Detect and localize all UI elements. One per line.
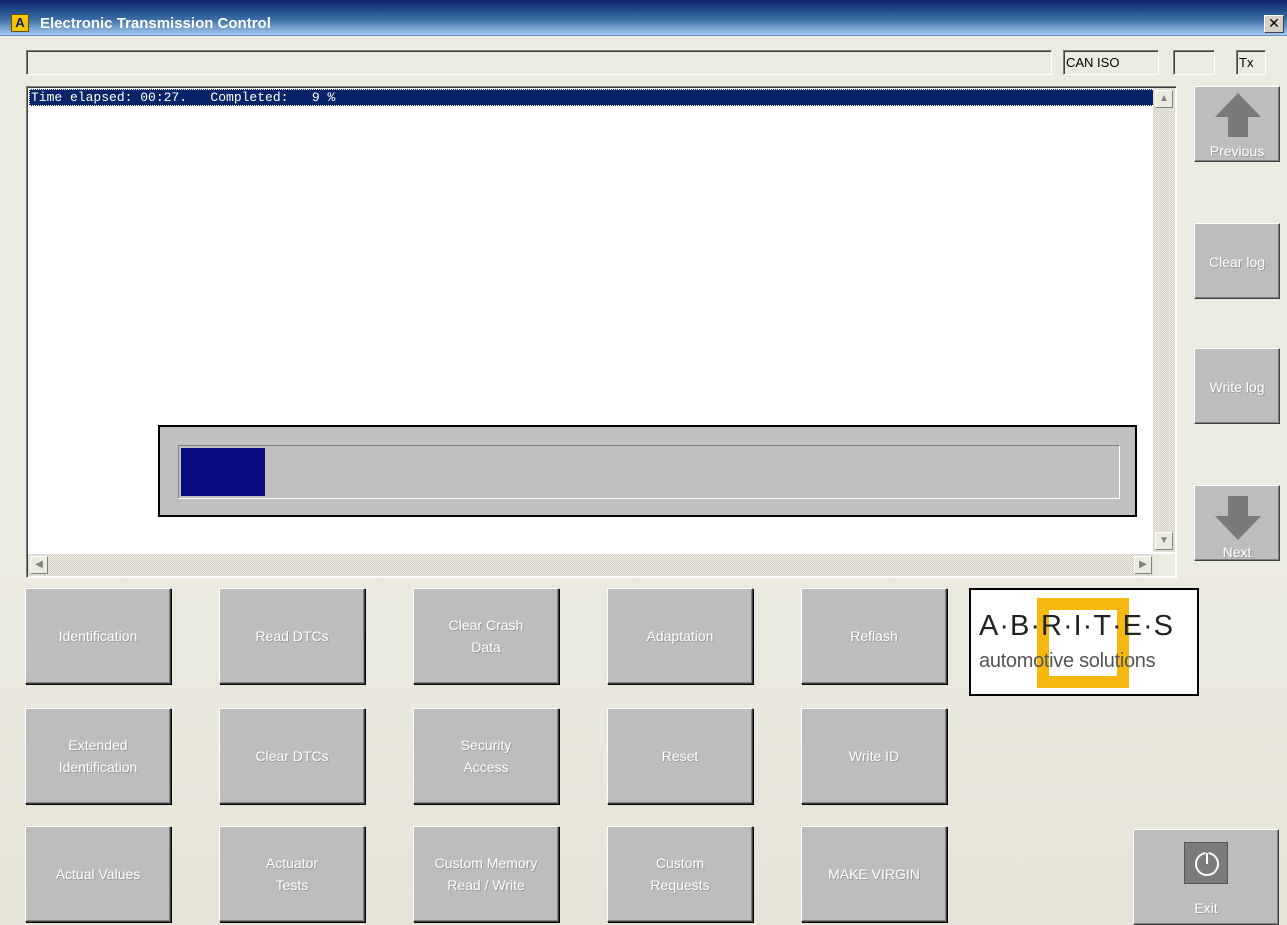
window-title: Electronic Transmission Control	[40, 15, 271, 32]
next-label: Next	[1222, 544, 1252, 560]
security-access-button[interactable]: Security Access	[413, 708, 559, 804]
vertical-scrollbar[interactable]: ▲ ▼	[1153, 88, 1175, 552]
status-field-main	[26, 50, 1052, 75]
horizontal-scrollbar[interactable]: ◀ ▶	[28, 554, 1154, 576]
write-id-button[interactable]: Write ID	[801, 708, 947, 804]
custom-memory-button[interactable]: Custom Memory Read / Write	[413, 826, 559, 922]
reflash-button[interactable]: Reflash	[801, 588, 947, 684]
progress-bar	[178, 445, 1120, 499]
app-window: A Electronic Transmission Control ✕ CAN …	[0, 0, 1287, 925]
actuator-tests-button[interactable]: Actuator Tests	[219, 826, 365, 922]
previous-label: Previous	[1209, 143, 1265, 159]
clear-crash-data-button[interactable]: Clear Crash Data	[413, 588, 559, 684]
close-button[interactable]: ✕	[1264, 15, 1284, 33]
make-virgin-button[interactable]: MAKE VIRGIN	[801, 826, 947, 922]
read-dtcs-button[interactable]: Read DTCs	[219, 588, 365, 684]
reset-button[interactable]: Reset	[607, 708, 753, 804]
actual-values-button[interactable]: Actual Values	[25, 826, 171, 922]
scroll-right-icon[interactable]: ▶	[1134, 556, 1152, 574]
clear-log-label: Clear log	[1208, 254, 1266, 270]
custom-requests-button[interactable]: Custom Requests	[607, 826, 753, 922]
app-logo-icon[interactable]: A	[11, 14, 29, 32]
write-log-label: Write log	[1209, 379, 1265, 395]
title-bar[interactable]: A Electronic Transmission Control ✕	[0, 0, 1287, 36]
extended-identification-button[interactable]: Extended Identification	[25, 708, 171, 804]
power-icon	[1184, 842, 1228, 884]
logo-wordmark: A·B·R·I·T·E·S	[979, 610, 1175, 642]
clear-log-button[interactable]: Clear log	[1194, 223, 1280, 299]
exit-label: Exit	[1194, 900, 1218, 916]
log-line[interactable]: Time elapsed: 00:27. Completed: 9 %	[29, 89, 1155, 106]
adaptation-button[interactable]: Adaptation	[607, 588, 753, 684]
identification-button[interactable]: Identification	[25, 588, 171, 684]
previous-button[interactable]: Previous	[1194, 86, 1280, 162]
next-button[interactable]: Next	[1194, 485, 1280, 561]
progress-panel	[158, 425, 1137, 517]
status-tx: Tx	[1236, 50, 1266, 75]
exit-button[interactable]: Exit	[1133, 829, 1279, 925]
scrollbar-corner	[1153, 554, 1175, 576]
scroll-left-icon[interactable]: ◀	[30, 556, 48, 574]
scroll-up-icon[interactable]: ▲	[1155, 90, 1173, 108]
scroll-down-icon[interactable]: ▼	[1155, 532, 1173, 550]
logo-tagline: automotive solutions	[979, 650, 1156, 672]
progress-bar-fill	[181, 448, 265, 496]
status-field-empty	[1173, 50, 1215, 75]
status-protocol: CAN ISO	[1063, 50, 1159, 75]
clear-dtcs-button[interactable]: Clear DTCs	[219, 708, 365, 804]
write-log-button[interactable]: Write log	[1194, 348, 1280, 424]
abrites-logo: A·B·R·I·T·E·S automotive solutions	[969, 588, 1199, 696]
